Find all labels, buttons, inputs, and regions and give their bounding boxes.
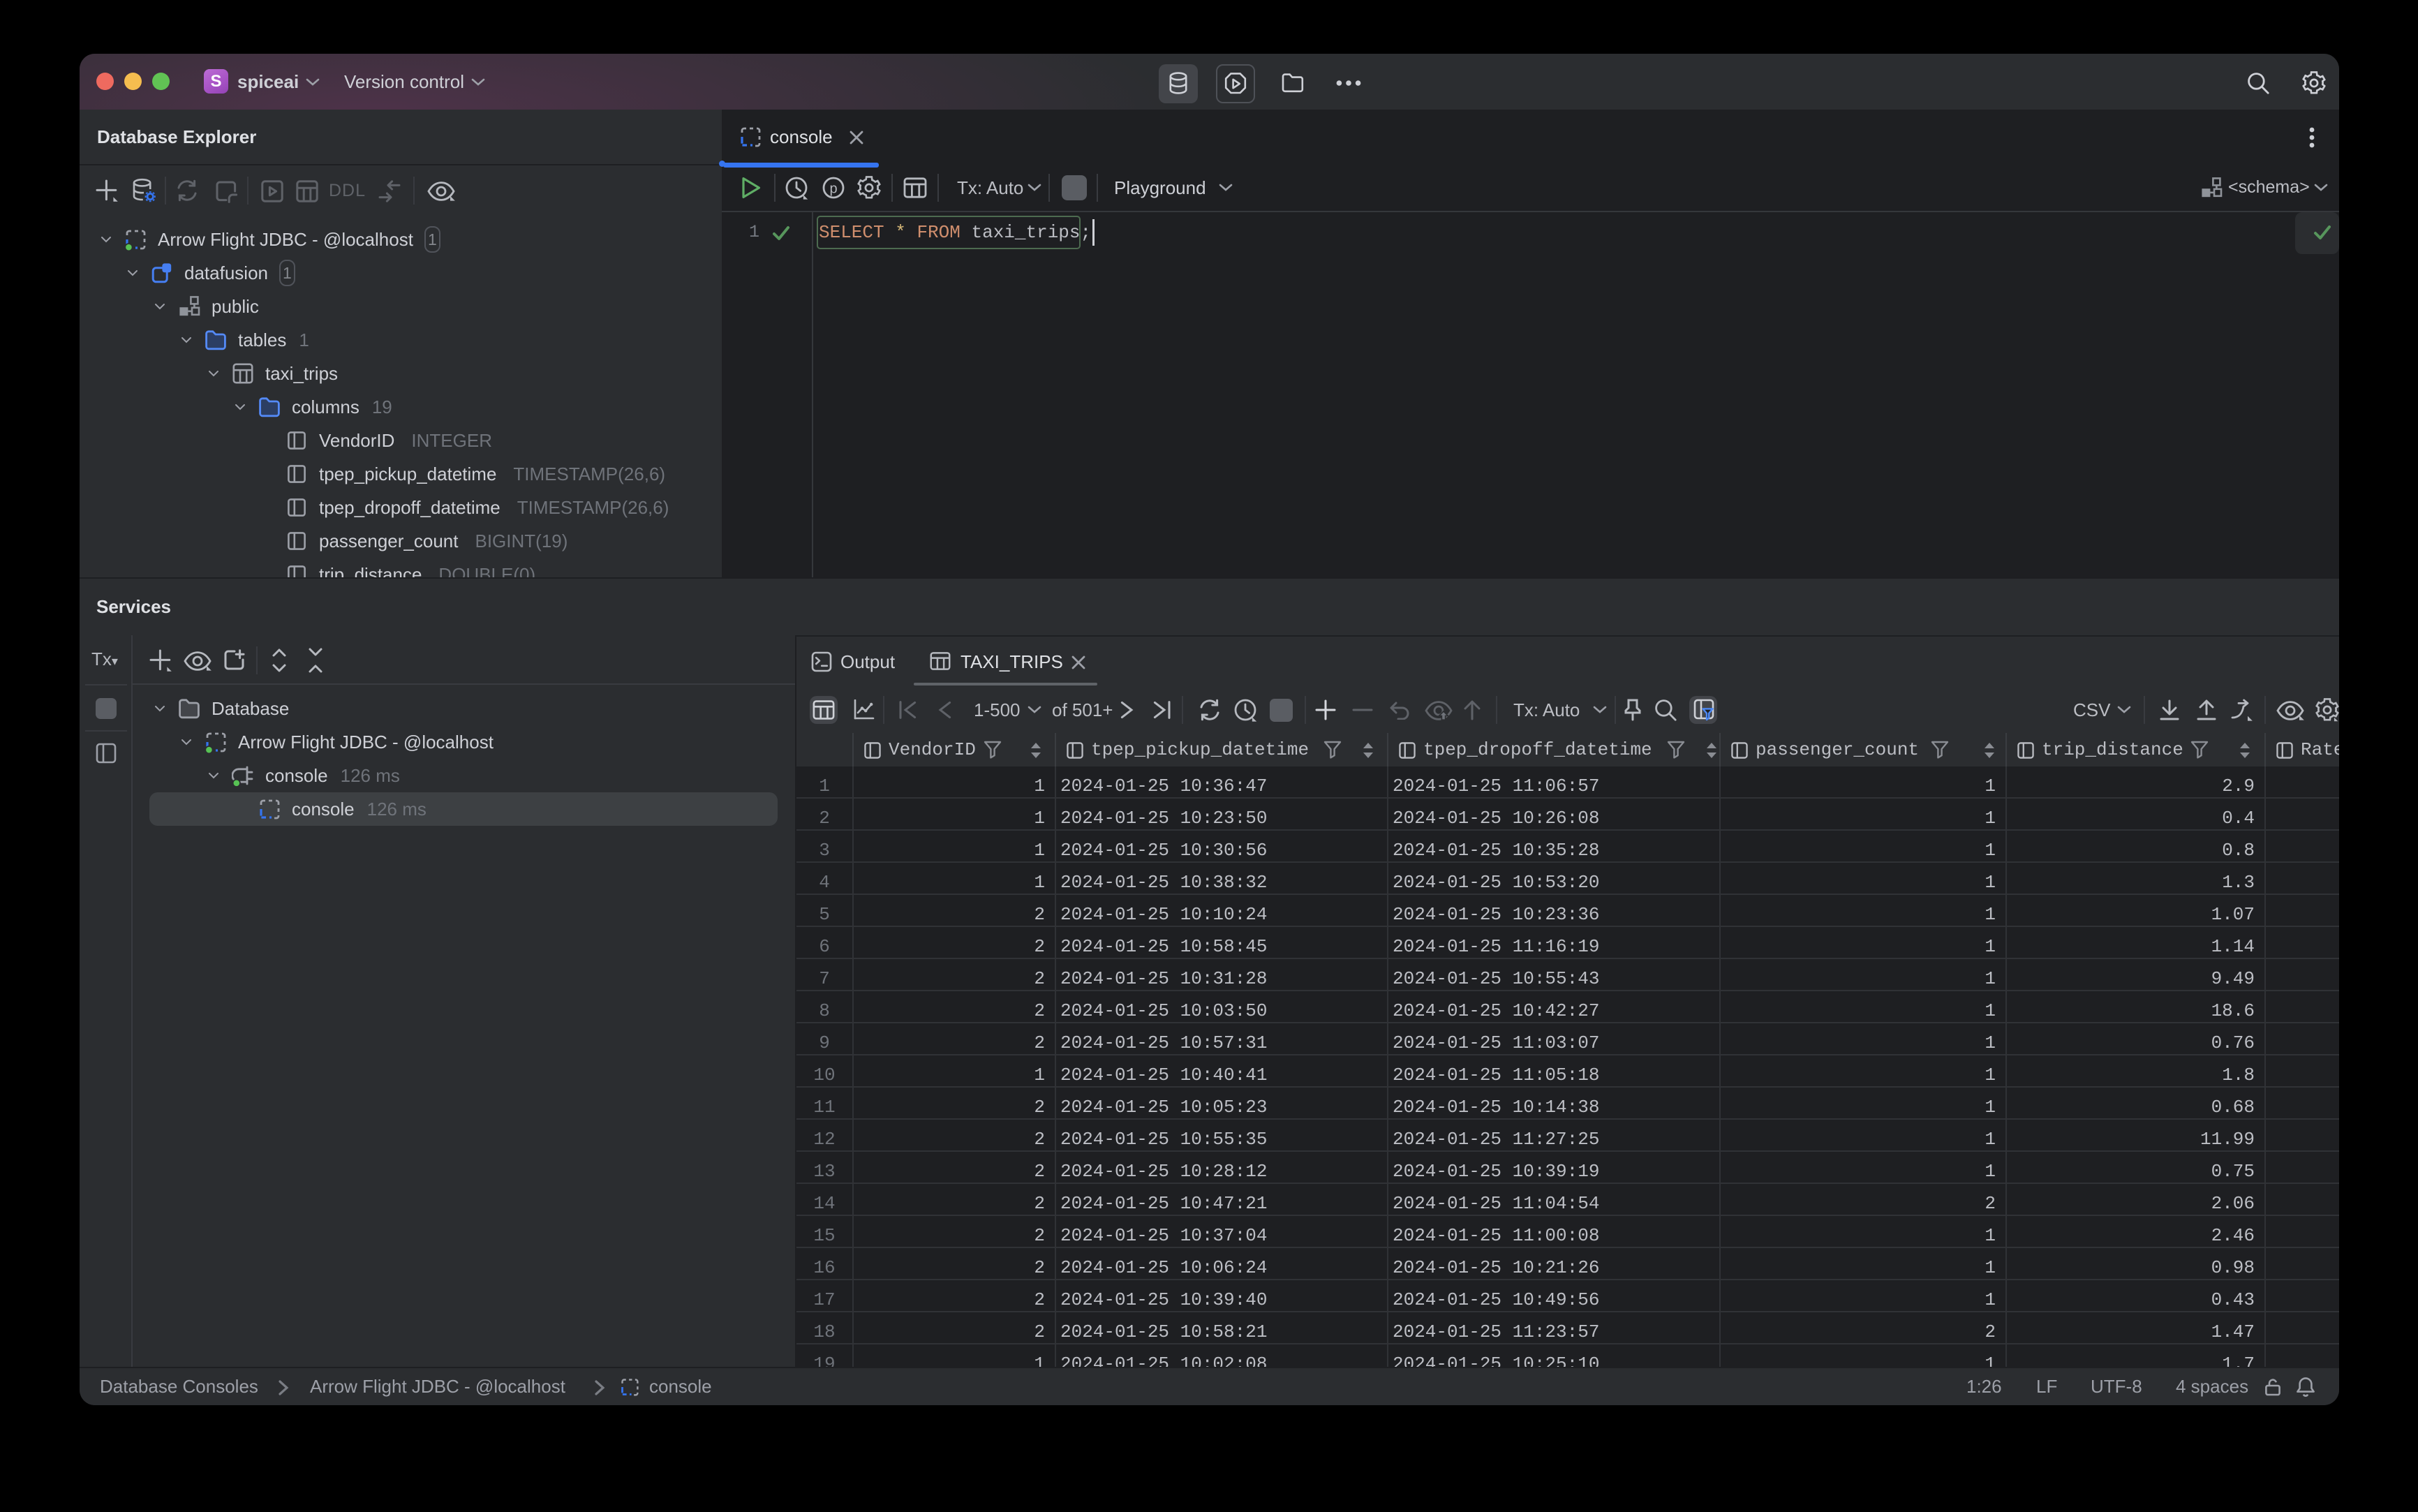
- svg-text:p: p: [829, 181, 837, 196]
